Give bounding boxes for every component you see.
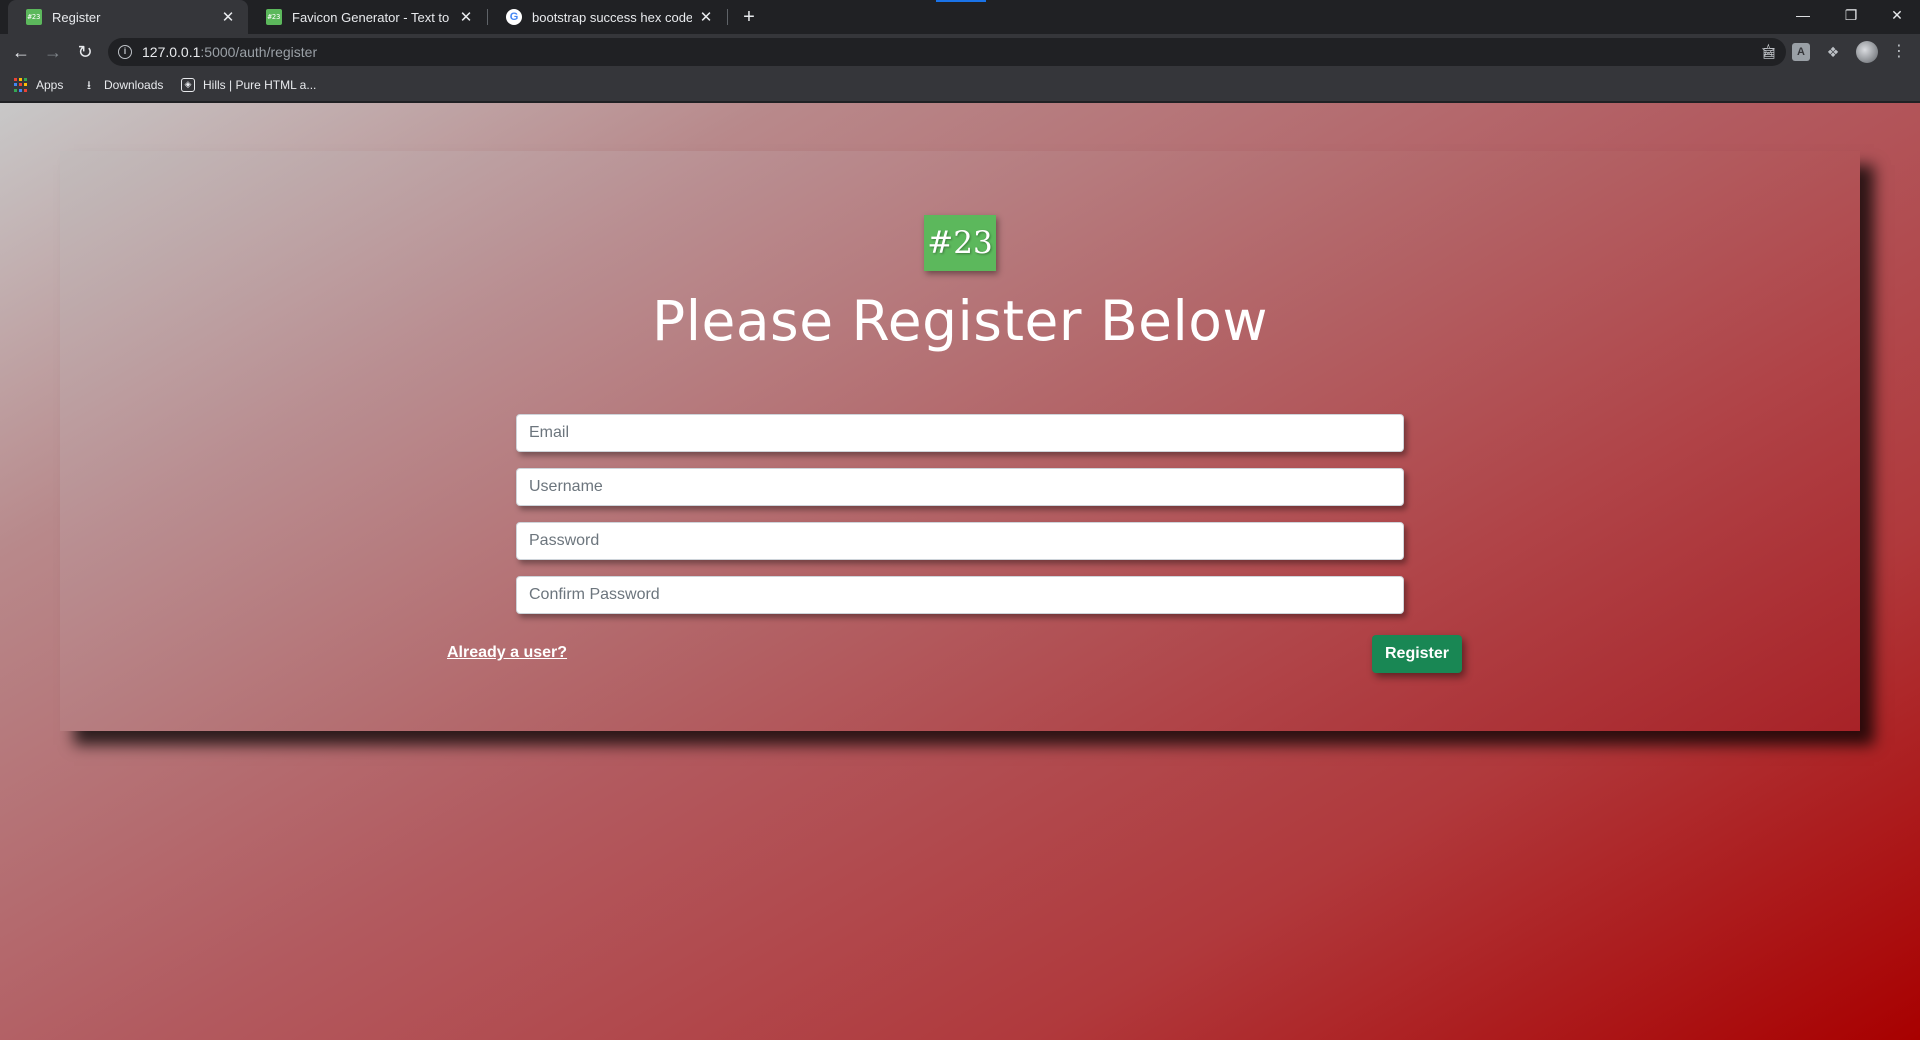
tab-register[interactable]: #23 Register ✕ [8, 0, 248, 34]
profile-avatar-icon[interactable] [1856, 41, 1878, 63]
google-icon: G [506, 9, 522, 25]
address-bar[interactable]: i 127.0.0.1:5000/auth/register ☆ [108, 38, 1786, 66]
username-field[interactable] [516, 468, 1404, 506]
close-tab-icon[interactable]: ✕ [458, 8, 474, 26]
page-title: Please Register Below [652, 289, 1268, 353]
already-a-user-link[interactable]: Already a user? [447, 644, 567, 662]
tab-favicon-generator[interactable]: #23 Favicon Generator - Text to Favicon … [248, 0, 486, 34]
codepen-icon: ◈ [181, 78, 195, 92]
forward-icon[interactable]: → [41, 40, 65, 64]
tab-indicator [936, 0, 986, 2]
new-tab-icon[interactable]: + [737, 5, 761, 29]
close-tab-icon[interactable]: ✕ [220, 8, 236, 26]
page-viewport: #23 Please Register Below Already a user… [0, 103, 1920, 1040]
minimize-icon[interactable]: — [1780, 0, 1826, 30]
close-window-icon[interactable]: ✕ [1874, 0, 1920, 30]
tab-title: bootstrap success hex code - Google Sear… [532, 9, 692, 25]
email-field[interactable] [516, 414, 1404, 452]
bookmark-label: Apps [36, 78, 64, 92]
register-button[interactable]: Register [1372, 635, 1462, 673]
password-field[interactable] [516, 522, 1404, 560]
bookmarks-bar: Apps ⭳ Downloads ◈ Hills | Pure HTML a..… [0, 70, 1920, 102]
tab-google-search[interactable]: G bootstrap success hex code - Google Se… [488, 0, 726, 34]
back-icon[interactable]: ← [9, 40, 33, 64]
browser-toolbar: ← → ↻ i 127.0.0.1:5000/auth/register ☆ ▤… [0, 34, 1920, 70]
tab-separator [727, 9, 728, 25]
tab-favicon: #23 [266, 9, 282, 25]
restore-icon[interactable]: ❐ [1828, 0, 1874, 30]
download-icon: ⭳ [86, 78, 92, 92]
tab-title: Register [52, 9, 101, 25]
site-logo: #23 [924, 215, 996, 271]
confirm-password-field[interactable] [516, 576, 1404, 614]
reload-icon[interactable]: ↻ [73, 40, 97, 64]
bookmark-label: Downloads [104, 78, 164, 92]
tab-title: Favicon Generator - Text to Favicon [292, 9, 452, 25]
tab-strip: #23 Register ✕ #23 Favicon Generator - T… [0, 0, 1920, 34]
tab-favicon: #23 [26, 9, 42, 25]
extensions-puzzle-icon[interactable]: ❖ [1824, 43, 1842, 61]
site-info-icon[interactable]: i [118, 45, 132, 59]
bookmark-downloads[interactable]: ⭳ Downloads [82, 78, 163, 92]
register-card: #23 Please Register Below Already a user… [60, 151, 1860, 731]
apps-grid-icon [14, 78, 28, 92]
extension-icon[interactable]: ▤ [1760, 43, 1778, 61]
url-text: 127.0.0.1:5000/auth/register [142, 44, 318, 60]
close-tab-icon[interactable]: ✕ [698, 8, 714, 26]
bookmark-hills[interactable]: ◈ Hills | Pure HTML a... [181, 78, 316, 92]
menu-dots-icon[interactable]: ⋮ [1890, 43, 1908, 61]
bookmark-apps[interactable]: Apps [14, 78, 63, 92]
translate-extension-icon[interactable]: A [1792, 43, 1810, 61]
bookmark-label: Hills | Pure HTML a... [203, 78, 317, 92]
